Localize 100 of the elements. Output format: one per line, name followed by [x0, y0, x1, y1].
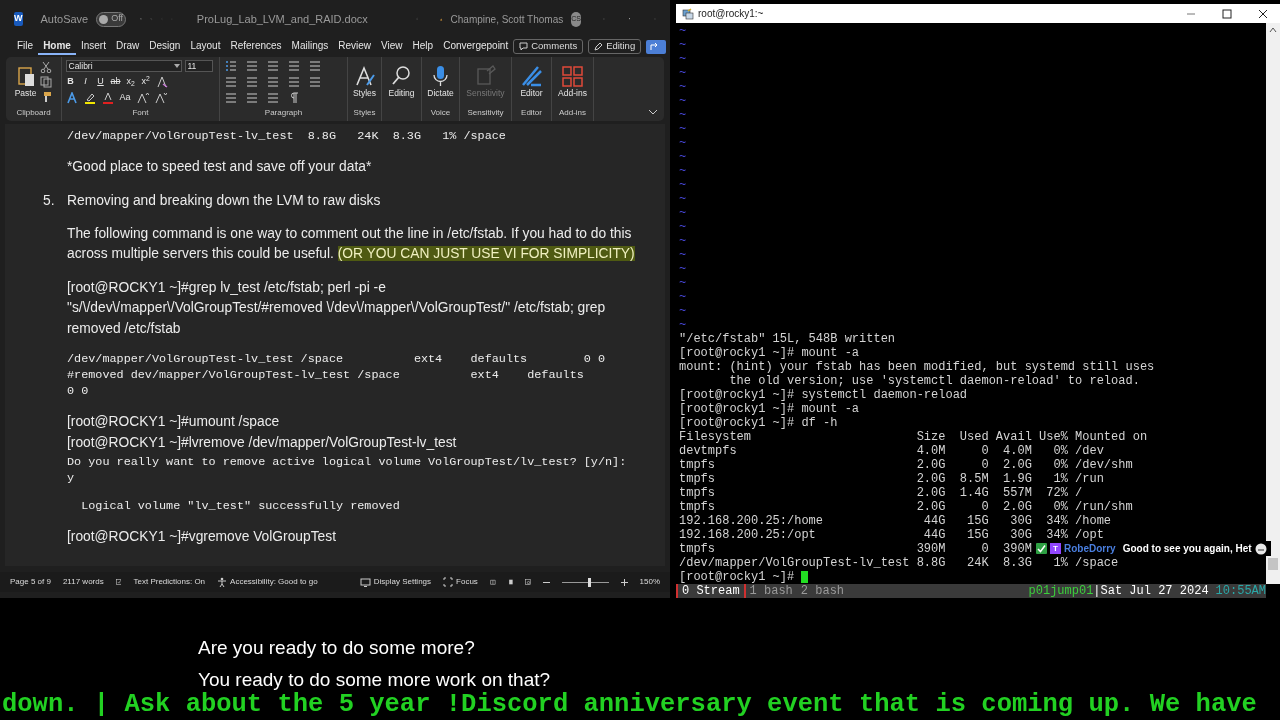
status-date: |Sat Jul 27 2024 [1093, 584, 1209, 598]
comments-button[interactable]: Comments [513, 39, 584, 54]
code-text: /dev/mapper/VolGroupTest-lv_test 8.8G 24K 8.3G 1% /space [67, 128, 507, 144]
accessibility-icon [217, 577, 228, 587]
dictate-button[interactable]: Dictate [427, 64, 454, 100]
font-size-field[interactable]: 11 [184, 60, 213, 72]
tilde-marker: ~ [679, 38, 688, 52]
maximize-icon[interactable] [1222, 8, 1232, 19]
menu-tab[interactable]: References [225, 38, 287, 55]
editing-button[interactable]: Editing [388, 64, 415, 100]
share-icon[interactable] [646, 39, 667, 54]
terminal-line: [root@rocky1 ~]# df -h [679, 416, 838, 430]
scrollbar-thumb[interactable] [1268, 558, 1278, 570]
tilde-marker: ~ [679, 164, 688, 178]
format-button[interactable]: ab [110, 77, 121, 86]
format-button[interactable]: I [80, 77, 91, 86]
display-settings-button[interactable]: Display Settings [359, 576, 432, 588]
bullets-icon[interactable] [224, 60, 237, 72]
magnifier-icon [390, 64, 413, 87]
format-button[interactable]: B [65, 77, 76, 86]
copy-icon[interactable] [40, 76, 53, 88]
editor-button[interactable]: Editor [520, 64, 543, 100]
scroll-up-icon[interactable] [1269, 27, 1277, 33]
subscriber-badge: T [1050, 543, 1061, 554]
menu-tab[interactable]: File [12, 38, 39, 55]
user-name: Champine, Scott Thomas [450, 12, 564, 27]
tilde-marker: ~ [679, 262, 688, 276]
accessibility-button[interactable]: Accessibility: Good to go [217, 576, 318, 588]
pen-icon [520, 64, 543, 87]
highlight-icon[interactable] [83, 91, 96, 104]
group-label: Add-ins [558, 107, 587, 119]
print-layout-icon[interactable] [507, 577, 514, 587]
check-badge-icon [1036, 543, 1047, 554]
tilde-marker: ~ [679, 318, 688, 332]
host-name: p01jump01 [1028, 584, 1094, 598]
pencil-icon [594, 42, 604, 51]
change-case-button[interactable]: Aa [119, 93, 131, 102]
autosave-toggle[interactable]: Off [96, 11, 127, 27]
menu-tab[interactable]: View [376, 38, 408, 55]
text-effects-icon[interactable] [65, 91, 78, 104]
scrollbar[interactable] [1266, 23, 1280, 584]
font-name-field[interactable]: Calibri [65, 60, 182, 72]
terminal-line: tmpfs 390M 0 390M [679, 542, 1032, 556]
list-item-text: Removing and breaking down the LVM to raw disks [67, 191, 381, 210]
tilde-marker: ~ [679, 206, 688, 220]
menu-tab[interactable]: Draw [110, 38, 145, 55]
paste-button[interactable]: Paste [14, 64, 37, 100]
clear-formatting-icon[interactable] [155, 75, 168, 88]
font-color-icon[interactable] [101, 91, 114, 104]
grow-font-icon[interactable] [136, 91, 149, 104]
group-label: Voice [430, 107, 451, 119]
proofing-icon[interactable] [115, 577, 122, 587]
terminal-line: [root@rocky1 ~]# mount -a [679, 346, 860, 360]
menu-tab[interactable]: Insert [75, 38, 111, 55]
format-button[interactable]: U [95, 77, 106, 86]
tilde-marker: ~ [679, 192, 688, 206]
collapse-ribbon-icon[interactable] [648, 109, 658, 115]
read-mode-icon[interactable] [489, 577, 496, 587]
shrink-font-icon[interactable] [154, 91, 167, 104]
tmux-window-tab[interactable]: 2 bash [796, 584, 849, 598]
menu-tab[interactable]: Design [144, 38, 186, 55]
menu-tab[interactable]: Convergepoint [438, 38, 514, 55]
document-title: ProLug_Lab_LVM_and_RAID.docx [196, 11, 368, 27]
paragraph-text: [root@ROCKY1 ~]#lvremove /dev/mapper/VolGroupTest-lv_test [67, 433, 458, 452]
format-button[interactable]: x$_{2}$ [125, 77, 136, 86]
list-number: 5. [43, 191, 56, 210]
web-layout-icon[interactable] [525, 577, 532, 587]
format-button[interactable]: x$^{2}$ [140, 77, 151, 86]
group-label: Sensitivity [467, 107, 504, 119]
menu-tab[interactable]: Review [333, 38, 377, 55]
addins-button[interactable]: Add-ins [558, 64, 587, 100]
align-left-icon[interactable] [224, 76, 237, 88]
styles-button[interactable]: Styles [352, 64, 377, 100]
menu-tab[interactable]: Help [407, 38, 439, 55]
tilde-marker: ~ [679, 220, 688, 234]
menu-tab[interactable]: Home [38, 38, 76, 55]
editing-mode-button[interactable]: Editing [588, 39, 642, 54]
menu-tab[interactable]: Layout [185, 38, 226, 55]
menu-tab[interactable]: Mailings [286, 38, 334, 55]
putty-icon [682, 7, 694, 20]
word-logo: W [14, 12, 23, 26]
group-label: Clipboard [16, 107, 51, 119]
tmux-window-tab[interactable]: 1 bash [745, 584, 797, 598]
close-icon[interactable] [1258, 8, 1268, 19]
terminal-line: devtmpfs 4.0M 0 4.0M 0% /dev [679, 444, 1104, 458]
paragraph-text: [root@ROCKY1 ~]#umount /space [67, 413, 281, 431]
focus-button[interactable]: Focus [443, 576, 478, 588]
terminal-line: [root@rocky1 ~]# mount -a [679, 402, 860, 416]
slider-thumb[interactable] [587, 577, 591, 587]
zoom-in-button[interactable] [620, 578, 628, 586]
paragraph-text: [root@ROCKY1 ~]#vgremove VolGroupTest [67, 528, 337, 546]
terminal-line: [root@rocky1 ~]# systemctl daemon-reload [679, 388, 968, 402]
text-predictions-button[interactable]: Text Predictions: On [133, 576, 206, 588]
tilde-marker: ~ [679, 94, 688, 108]
cut-icon[interactable] [40, 61, 53, 73]
tmux-window-tab[interactable]: 0 Stream [676, 584, 746, 598]
plus-icon [620, 578, 628, 586]
group-label: Font [132, 107, 149, 119]
monitor-icon [359, 577, 371, 587]
tilde-marker: ~ [679, 80, 688, 94]
